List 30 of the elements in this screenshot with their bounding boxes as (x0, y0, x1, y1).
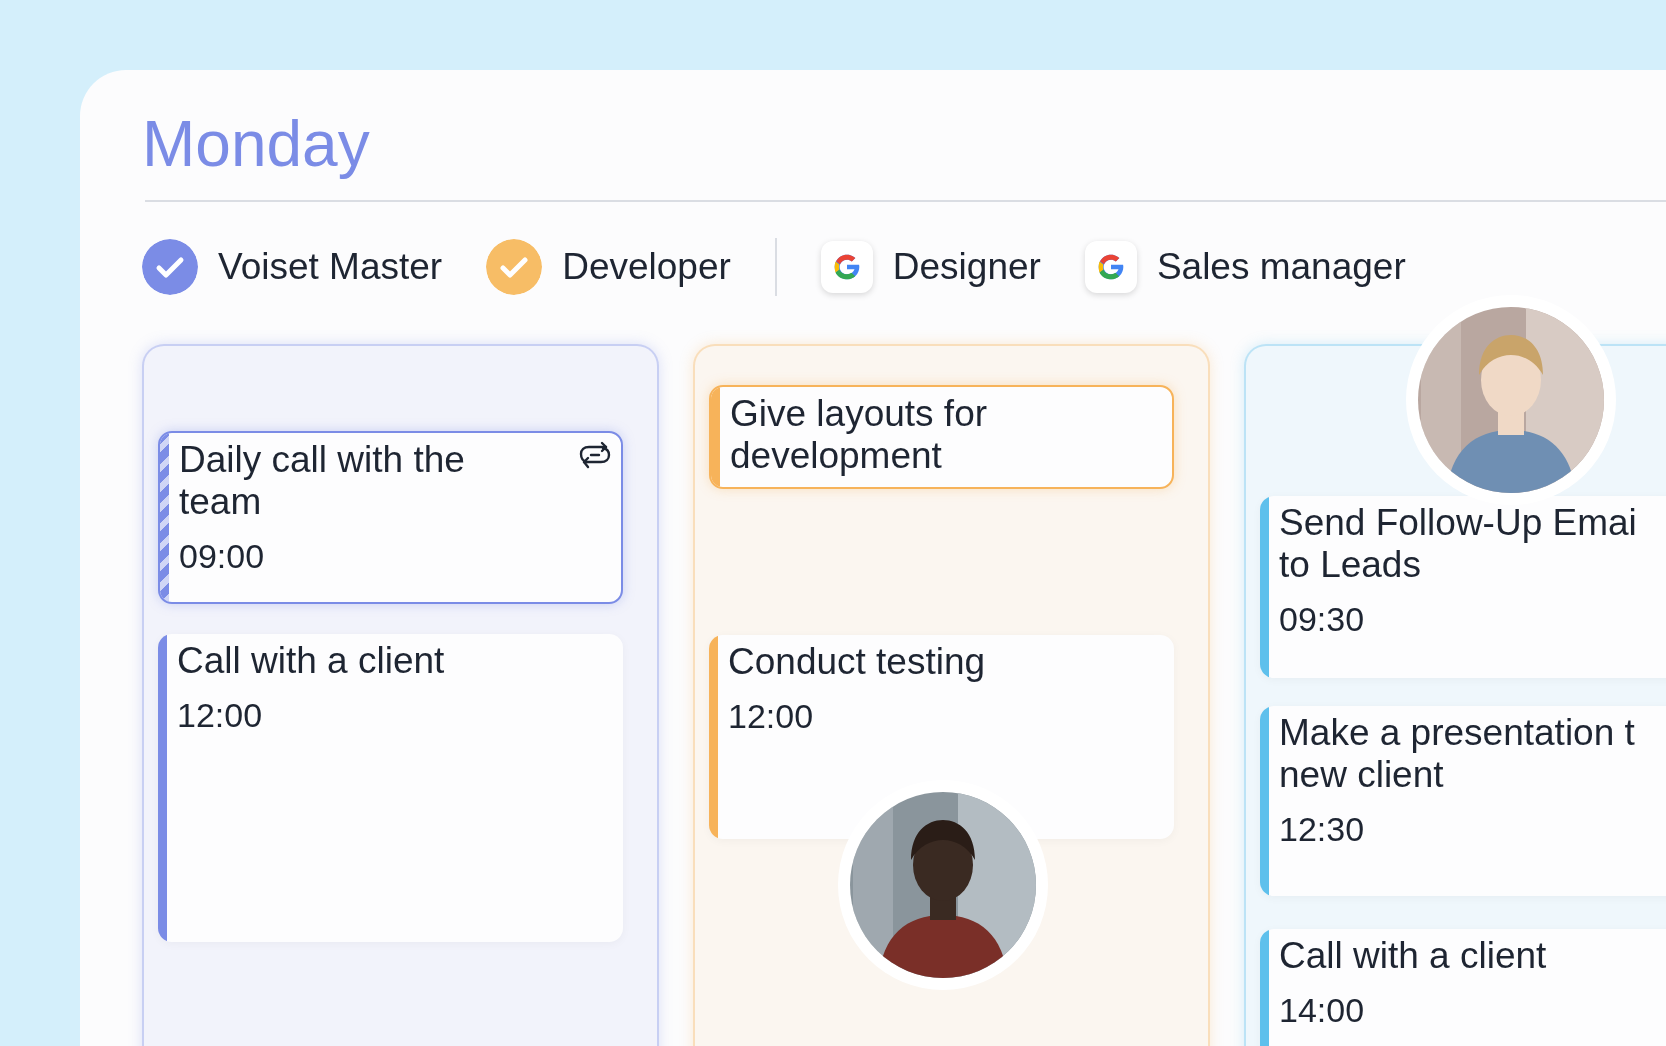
event-time: 12:30 (1279, 810, 1366, 849)
event-title: Call with a client (1279, 935, 1548, 977)
event-time: 12:00 (177, 696, 264, 735)
g-logo-icon[interactable] (820, 241, 873, 293)
event-time: 14:00 (1279, 991, 1366, 1030)
event-card[interactable]: Send Follow-Up Emai to Leads 09:30 (1260, 496, 1666, 678)
calendar-label: Sales manager (1156, 246, 1406, 288)
event-title: Daily call with the team (179, 439, 466, 523)
calendar-label: Voiset Master (218, 246, 443, 288)
event-card[interactable]: Call with a client 14:00 (1260, 929, 1666, 1046)
event-card[interactable]: Give layouts for development (709, 385, 1174, 489)
event-time: 09:30 (1279, 600, 1366, 639)
event-title: Give layouts for development (730, 393, 989, 477)
event-title: Call with a client (177, 640, 446, 682)
event-card[interactable]: Make a presentation t new client 12:30 (1260, 706, 1666, 896)
event-card[interactable]: Daily call with the team 09:00 (158, 431, 623, 604)
event-card[interactable]: Call with a client 12:00 (158, 634, 623, 942)
event-time: 12:00 (728, 697, 815, 736)
day-title: Monday (142, 108, 371, 182)
check-icon[interactable] (486, 239, 543, 295)
calendar-label: Designer (892, 246, 1041, 288)
check-icon[interactable] (142, 239, 198, 295)
event-title: Make a presentation t new client (1279, 712, 1636, 796)
repeat-icon (579, 441, 611, 469)
calendar-label: Developer (562, 246, 731, 288)
event-card[interactable]: Conduct testing 12:00 (709, 635, 1174, 839)
event-title: Send Follow-Up Emai to Leads (1279, 502, 1638, 586)
event-time: 09:00 (179, 537, 266, 576)
g-logo-icon[interactable] (1084, 241, 1137, 293)
event-title: Conduct testing (728, 641, 987, 683)
